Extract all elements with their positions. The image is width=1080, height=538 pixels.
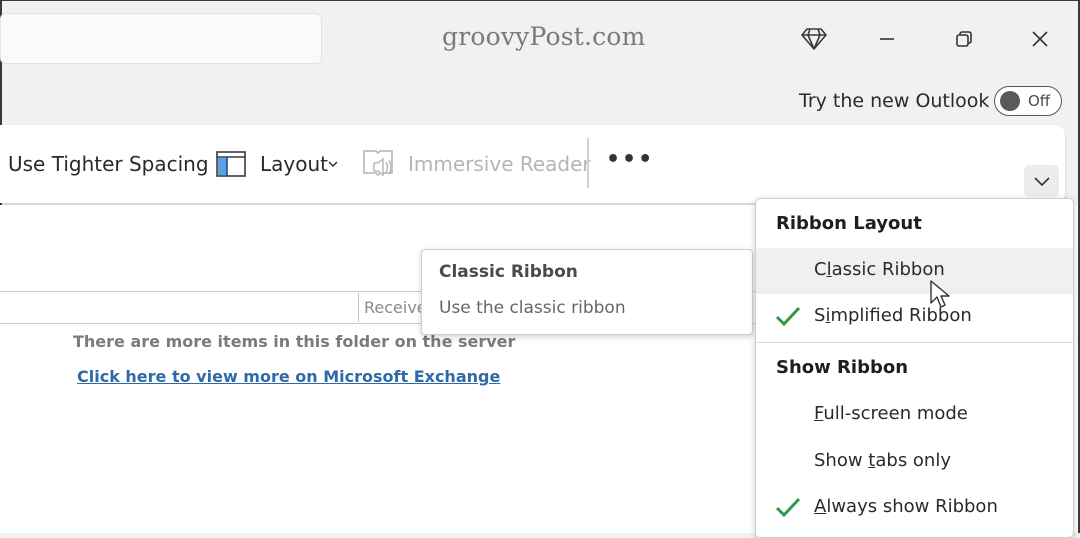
minimize-icon	[880, 38, 894, 40]
try-new-outlook-toggle[interactable]: Off	[994, 86, 1062, 116]
immersive-reader-icon	[363, 150, 393, 177]
column-divider[interactable]	[358, 293, 359, 322]
close-icon	[1032, 31, 1048, 47]
restore-icon	[956, 31, 972, 47]
menu-item-simplified-ribbon[interactable]: Simplified Ribbon	[756, 294, 1073, 340]
mouse-cursor-icon	[930, 280, 950, 308]
layout-chevron-down-icon	[328, 161, 338, 168]
menu-item-label: Full-screen mode	[814, 403, 968, 424]
menu-item-show-tabs-only[interactable]: Show tabs only	[756, 439, 1073, 485]
checkmark-icon	[775, 306, 801, 327]
chevron-down-icon	[1033, 177, 1050, 186]
menu-item-label: Always show Ribbon	[814, 496, 998, 517]
ribbon-display-options-button[interactable]	[1024, 165, 1059, 197]
menu-item-classic-ribbon[interactable]: Classic Ribbon	[756, 248, 1073, 294]
layout-button[interactable]: Layout	[260, 152, 328, 176]
close-button[interactable]	[1023, 22, 1057, 56]
menu-header-ribbon-layout: Ribbon Layout	[776, 213, 922, 234]
menu-header-show-ribbon: Show Ribbon	[776, 357, 909, 378]
tooltip-title: Classic Ribbon	[439, 262, 578, 282]
more-options-button[interactable]: •••	[606, 147, 654, 172]
menu-divider	[756, 342, 1073, 343]
simplified-ribbon: Use Tighter Spacing Layout Immersive Rea…	[0, 125, 1065, 203]
toggle-knob	[1000, 91, 1020, 111]
window-frame-top	[0, 0, 1080, 1]
classic-ribbon-tooltip: Classic Ribbon Use the classic ribbon	[421, 249, 753, 335]
tooltip-description: Use the classic ribbon	[439, 298, 626, 318]
try-new-outlook-label: Try the new Outlook	[799, 90, 990, 112]
view-more-exchange-link[interactable]: Click here to view more on Microsoft Exc…	[77, 367, 500, 386]
column-header-received[interactable]: Receive	[364, 298, 427, 317]
ribbon-separator	[587, 138, 589, 188]
menu-item-full-screen-mode[interactable]: Full-screen mode	[756, 392, 1073, 438]
search-input[interactable]	[0, 13, 322, 64]
use-tighter-spacing-button[interactable]: Use Tighter Spacing	[8, 152, 209, 176]
menu-item-always-show-ribbon[interactable]: Always show Ribbon	[756, 485, 1073, 531]
restore-button[interactable]	[947, 22, 981, 56]
diamond-icon	[801, 28, 827, 50]
immersive-reader-button[interactable]: Immersive Reader	[408, 152, 591, 176]
watermark-brand: groovyPost.com	[442, 22, 646, 51]
minimize-button[interactable]	[870, 22, 904, 56]
ribbon-options-menu: Ribbon Layout Classic Ribbon Simplified …	[755, 198, 1074, 538]
premium-button[interactable]	[797, 22, 831, 56]
checkmark-icon	[775, 497, 801, 518]
toggle-state-label: Off	[1028, 92, 1051, 110]
menu-item-label: Classic Ribbon	[814, 259, 945, 280]
menu-item-label: Show tabs only	[814, 450, 951, 471]
layout-icon	[216, 151, 246, 177]
